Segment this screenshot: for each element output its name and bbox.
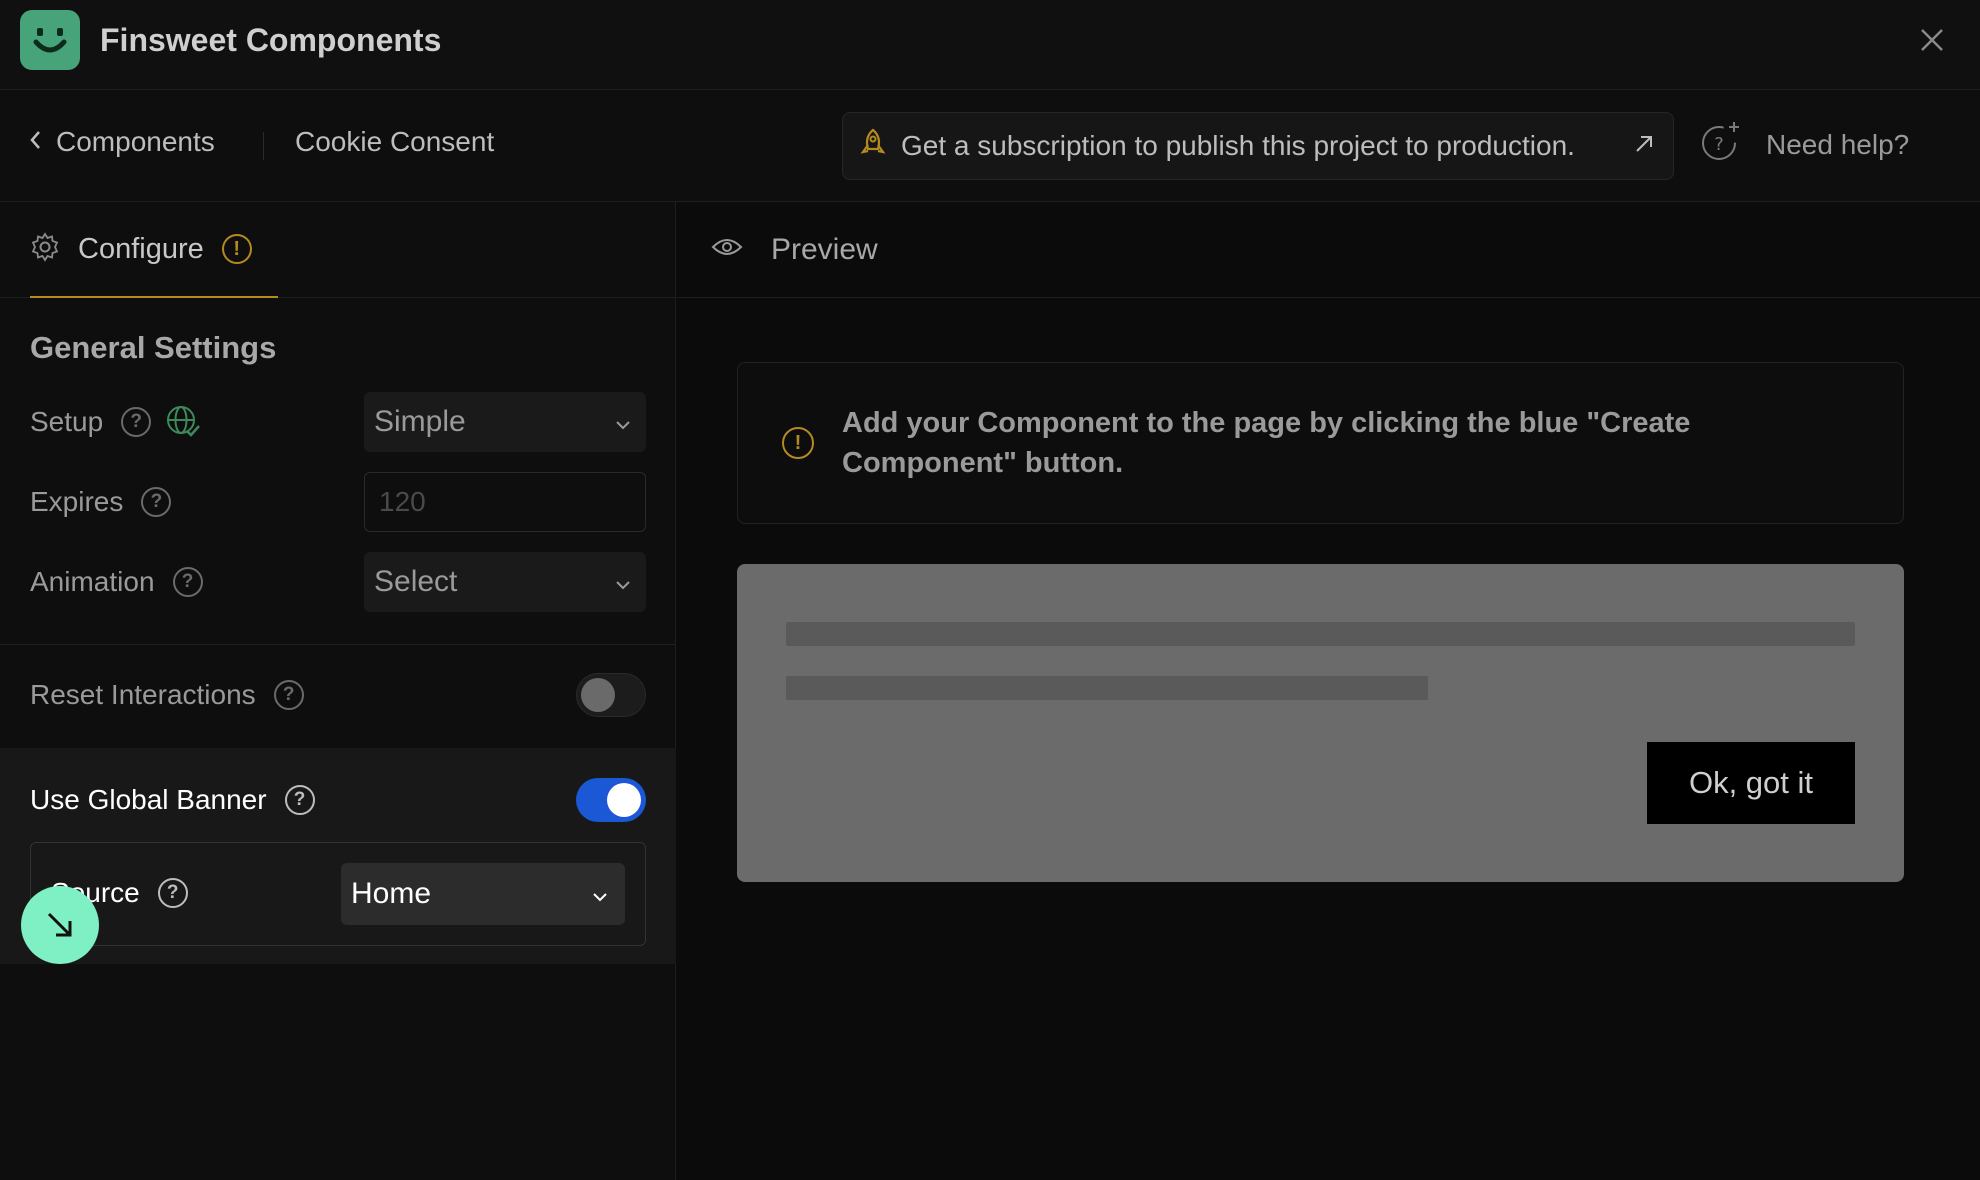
configure-panel: Configure ! General Settings Setup ? Sim… [0, 202, 676, 1180]
tab-configure-label: Configure [78, 232, 204, 265]
title-bar: Finsweet Components [0, 0, 1980, 90]
animation-select[interactable]: Select [364, 552, 646, 612]
section-title: General Settings [30, 330, 277, 365]
cookie-banner-preview: Ok, got it [737, 564, 1904, 882]
app-title: Finsweet Components [100, 22, 442, 58]
placeholder-line [786, 676, 1428, 700]
configure-tab-bar: Configure ! [0, 202, 676, 298]
back-label: Components [56, 126, 215, 157]
info-text: Add your Component to the page by clicki… [842, 407, 1691, 479]
placeholder-line [786, 622, 1855, 646]
use-global-banner-toggle[interactable] [576, 778, 646, 822]
smile-logo-icon [20, 10, 80, 70]
toggle-knob [607, 783, 641, 817]
close-icon[interactable] [1912, 20, 1952, 60]
setup-help-icon[interactable]: ? [121, 407, 152, 437]
subscription-text: Get a subscription to publish this proje… [901, 130, 1575, 161]
warning-badge: ! [221, 234, 252, 264]
animation-value: Select [374, 565, 458, 598]
setup-value: Simple [374, 405, 466, 438]
toggle-knob [581, 678, 615, 712]
preview-label: Preview [771, 232, 878, 266]
source-select[interactable]: Home [341, 863, 625, 925]
subscription-banner[interactable]: Get a subscription to publish this proje… [842, 112, 1674, 180]
arrow-down-right-icon [21, 886, 99, 964]
preview-panel: Preview ! Add your Component to the page… [677, 202, 1980, 1180]
source-help-icon[interactable]: ? [157, 878, 188, 908]
chevron-down-icon [614, 405, 632, 439]
eye-icon [711, 236, 743, 263]
chevron-left-icon [28, 126, 42, 158]
expires-help-icon[interactable]: ? [141, 487, 172, 517]
setup-label: Setup [30, 406, 104, 437]
gear-icon [30, 231, 60, 267]
tab-configure[interactable]: Configure ! [30, 202, 278, 298]
animation-label: Animation [30, 566, 155, 597]
expires-input[interactable]: 120 [364, 472, 646, 532]
expires-label: Expires [30, 486, 124, 517]
setup-row: Setup ? Simple [30, 392, 646, 452]
expires-row: Expires ? 120 [30, 472, 646, 532]
ok-got-it-button[interactable]: Ok, got it [1647, 742, 1855, 824]
breadcrumb-separator [263, 132, 264, 160]
use-global-banner-row: Use Global Banner ? [30, 772, 646, 828]
chevron-down-icon [591, 877, 609, 911]
help-sparkle-icon: ? [1700, 120, 1742, 169]
info-callout: ! Add your Component to the page by clic… [737, 362, 1904, 524]
animation-help-icon[interactable]: ? [172, 567, 203, 597]
reset-interactions-help-icon[interactable]: ? [273, 680, 304, 710]
source-value: Home [351, 877, 432, 910]
nav-bar: Components Cookie Consent Get a subscrip… [0, 90, 1980, 202]
warning-icon: ! [782, 427, 814, 459]
rocket-icon [857, 127, 889, 166]
reset-interactions-label: Reset Interactions [30, 679, 256, 710]
animation-row: Animation ? Select [30, 552, 646, 612]
chevron-down-icon [614, 565, 632, 599]
arrow-up-right-icon [1633, 130, 1655, 162]
back-to-components-link[interactable]: Components [28, 126, 215, 158]
need-help-link[interactable]: ? Need help? [1700, 120, 1909, 169]
preview-tab[interactable]: Preview [677, 202, 1980, 298]
use-global-banner-label: Use Global Banner [30, 784, 267, 815]
setup-select[interactable]: Simple [364, 392, 646, 452]
breadcrumb-current: Cookie Consent [295, 126, 495, 157]
use-global-banner-help-icon[interactable]: ? [284, 785, 315, 815]
global-banner-section: Use Global Banner ? Source ? Home [0, 748, 676, 964]
svg-text:?: ? [1714, 134, 1724, 155]
help-label: Need help? [1766, 128, 1910, 160]
reset-interactions-row: Reset Interactions ? [30, 665, 646, 725]
source-box: Source ? Home [30, 842, 646, 946]
reset-interactions-toggle[interactable] [576, 673, 646, 717]
section-divider [0, 644, 676, 645]
globe-check-icon [165, 404, 201, 440]
